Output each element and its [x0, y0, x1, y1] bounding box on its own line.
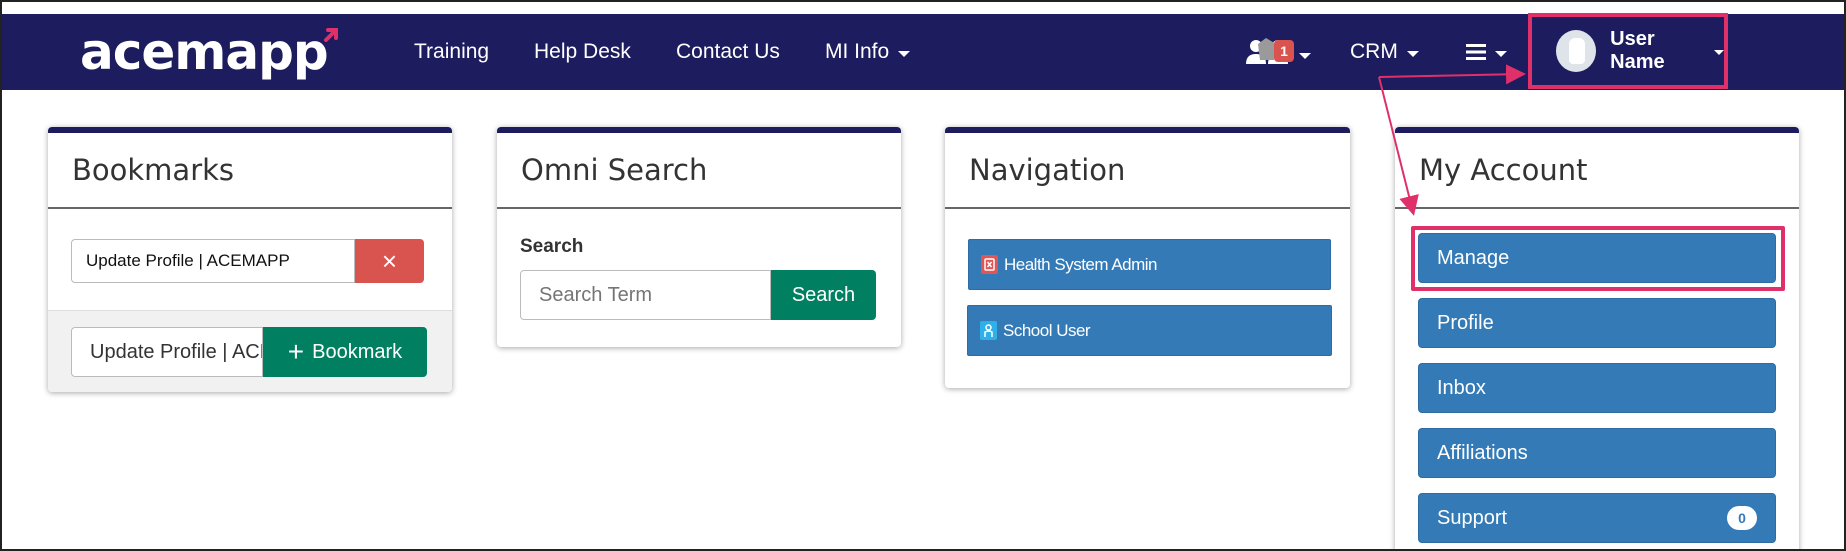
- affiliations-button[interactable]: Affiliations: [1418, 428, 1776, 478]
- navigation-title: Navigation: [945, 133, 1350, 209]
- nav-help-desk[interactable]: Help Desk: [534, 14, 631, 90]
- school-user-icon: [980, 321, 997, 340]
- navigation-panel: Navigation Health System Admin School Us…: [945, 127, 1350, 388]
- chevron-down-icon: [1714, 50, 1724, 55]
- search-group: Search: [520, 270, 876, 320]
- bookmark-name-input[interactable]: Update Profile | ACEMAPP: [71, 327, 263, 377]
- existing-bookmark: Update Profile | ACEMAPP ×: [71, 239, 424, 283]
- plus-icon: +: [287, 336, 305, 367]
- logo-text: acemapp: [80, 23, 329, 81]
- add-bookmark-label: Bookmark: [312, 340, 403, 363]
- remove-bookmark-button[interactable]: ×: [355, 239, 424, 283]
- manage-button[interactable]: Manage: [1418, 233, 1776, 283]
- search-button[interactable]: Search: [771, 270, 876, 320]
- close-icon: ×: [381, 245, 398, 276]
- nav-training[interactable]: Training: [414, 14, 489, 90]
- omni-search-title: Omni Search: [497, 133, 901, 209]
- add-bookmark-button[interactable]: + Bookmark: [263, 327, 427, 377]
- omni-search-panel: Omni Search Search Search: [497, 127, 901, 347]
- nav-item-health-system-admin[interactable]: Health System Admin: [968, 239, 1331, 290]
- hamburger-icon: [1466, 44, 1486, 60]
- profile-button[interactable]: Profile: [1418, 298, 1776, 348]
- bookmarks-panel: Bookmarks Update Profile | ACEMAPP × Upd…: [48, 127, 452, 392]
- chevron-down-icon: [898, 50, 911, 57]
- avatar: [1556, 30, 1597, 72]
- my-account-title: My Account: [1395, 133, 1799, 209]
- logo-arrow-icon: [323, 28, 338, 42]
- user-name: User Name: [1610, 28, 1665, 73]
- search-label: Search: [520, 236, 584, 257]
- nav-contact-us[interactable]: Contact Us: [676, 14, 780, 90]
- add-bookmark-group: Update Profile | ACEMAPP + Bookmark: [71, 327, 427, 377]
- nav-crm[interactable]: CRM: [1350, 14, 1419, 90]
- nav-mi-info[interactable]: MI Info: [825, 14, 911, 90]
- support-label: Support: [1437, 506, 1508, 529]
- crm-label: CRM: [1350, 40, 1398, 63]
- search-input[interactable]: [520, 270, 771, 320]
- acemapp-logo[interactable]: acemapp: [80, 23, 338, 81]
- user-menu[interactable]: User Name: [1528, 13, 1728, 89]
- mi-info-label: MI Info: [825, 40, 890, 63]
- health-system-icon: [981, 255, 998, 274]
- chevron-down-icon: [1406, 50, 1419, 57]
- chevron-down-icon: [1495, 50, 1507, 57]
- nav-item-label: School User: [1003, 320, 1091, 340]
- chevron-down-icon: [1299, 53, 1311, 59]
- nav-item-label: Health System Admin: [1004, 254, 1158, 274]
- bookmarks-title: Bookmarks: [48, 133, 452, 209]
- hamburger-menu[interactable]: [1466, 14, 1507, 90]
- support-button[interactable]: Support 0: [1418, 493, 1776, 543]
- inbox-button[interactable]: Inbox: [1418, 363, 1776, 413]
- my-account-panel: My Account Manage Profile Inbox Affiliat…: [1395, 127, 1799, 551]
- notification-count-badge: 1: [1274, 40, 1294, 62]
- support-count-badge: 0: [1727, 506, 1757, 530]
- nav-item-school-user[interactable]: School User: [967, 305, 1332, 356]
- add-bookmark-bar: Update Profile | ACEMAPP + Bookmark: [48, 310, 452, 392]
- bookmark-link[interactable]: Update Profile | ACEMAPP: [71, 239, 355, 283]
